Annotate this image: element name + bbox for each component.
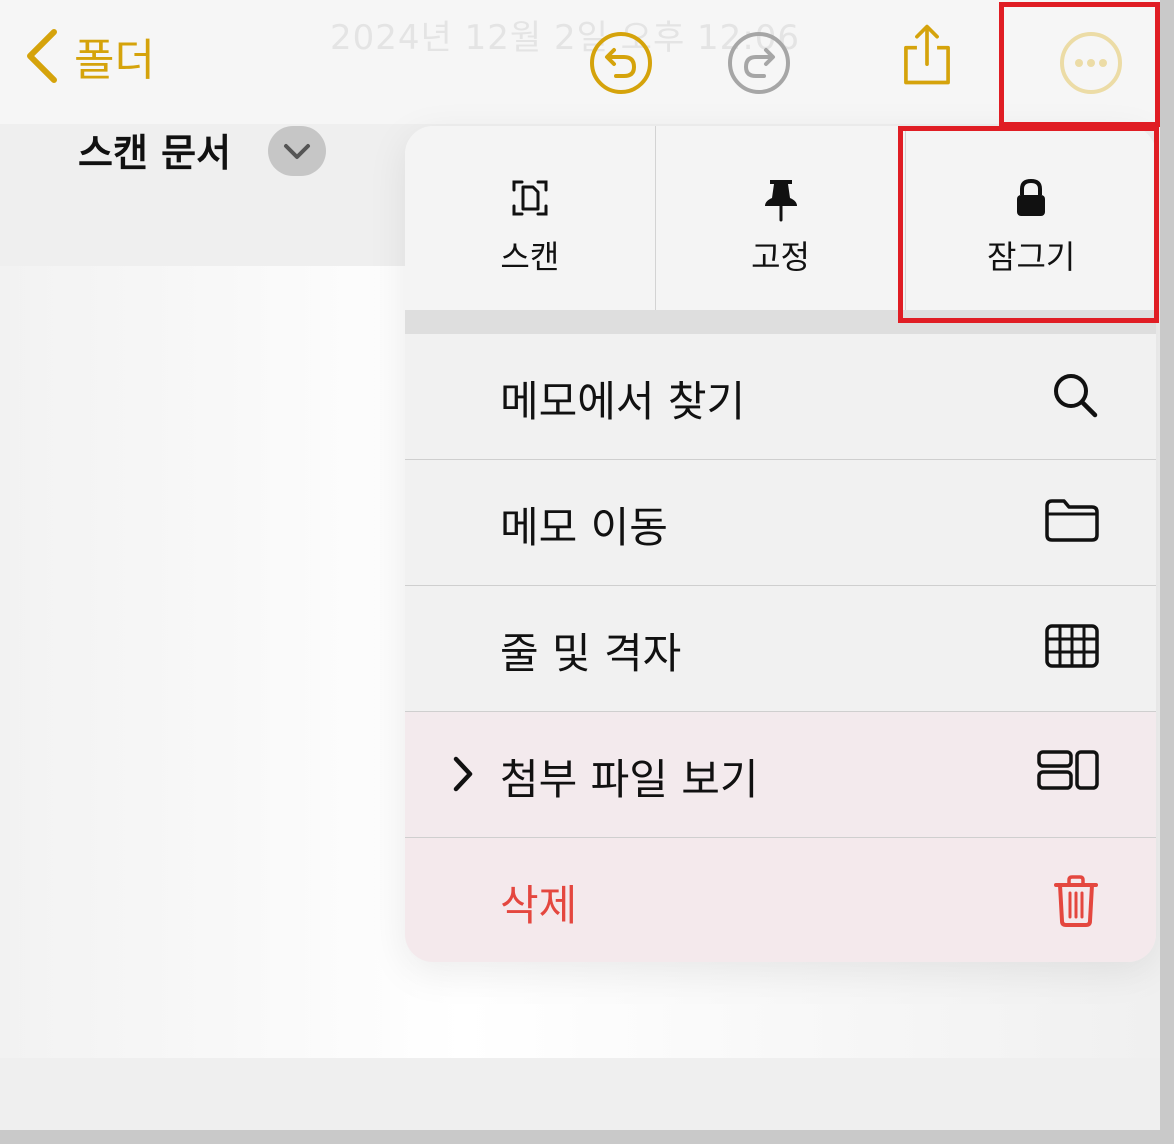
device-frame: 스캔 문서 2024년 12월 2일 오후 12:06 폴더 스캔 고정 잠그기… bbox=[0, 0, 1174, 1144]
bottom-bar bbox=[0, 1058, 1160, 1130]
quick-action-label: 고정 bbox=[751, 238, 810, 276]
quick-action-scan[interactable]: 스캔 bbox=[405, 126, 655, 310]
title-chevron-button[interactable] bbox=[268, 126, 326, 176]
menu-item-label: 메모 이동 bbox=[500, 503, 668, 552]
back-label: 폴더 bbox=[74, 35, 155, 86]
scan-document-icon bbox=[512, 180, 548, 216]
undo-icon[interactable] bbox=[588, 30, 654, 96]
back-button[interactable]: 폴더 bbox=[22, 24, 155, 88]
highlight-box-lock bbox=[898, 126, 1159, 323]
quick-action-pin[interactable]: 고정 bbox=[654, 126, 906, 310]
folder-icon bbox=[1045, 499, 1099, 542]
menu-item-lines-grids[interactable]: 줄 및 격자 bbox=[405, 586, 1156, 712]
menu-item-label: 메모에서 찾기 bbox=[500, 377, 746, 426]
menu-item-view-attachments[interactable]: 첨부 파일 보기 bbox=[405, 712, 1156, 838]
share-icon[interactable] bbox=[894, 22, 960, 88]
menu-item-label: 삭제 bbox=[500, 881, 578, 930]
redo-icon[interactable] bbox=[726, 30, 792, 96]
top-toolbar: 2024년 12월 2일 오후 12:06 폴더 bbox=[0, 0, 1160, 124]
magnifier-icon bbox=[1054, 374, 1098, 418]
chevron-left-icon bbox=[27, 29, 57, 83]
chevron-down-icon bbox=[284, 144, 310, 159]
trash-icon bbox=[1054, 875, 1098, 927]
pin-icon bbox=[764, 180, 797, 222]
notes-screen: 스캔 문서 2024년 12월 2일 오후 12:06 폴더 스캔 고정 잠그기… bbox=[0, 0, 1160, 1130]
attachments-icon bbox=[1037, 750, 1099, 790]
menu-item-label: 첨부 파일 보기 bbox=[500, 755, 759, 804]
menu-item-move-note[interactable]: 메모 이동 bbox=[405, 460, 1156, 586]
menu-item-label: 줄 및 격자 bbox=[500, 629, 682, 678]
menu-items: 메모에서 찾기 메모 이동 줄 및 격자 첨부 파일 보기 삭제 bbox=[405, 334, 1156, 962]
menu-item-delete[interactable]: 삭제 bbox=[405, 838, 1156, 962]
highlight-box-more bbox=[999, 2, 1160, 127]
chevron-right-icon bbox=[453, 756, 473, 792]
grid-icon bbox=[1045, 624, 1099, 668]
quick-action-label: 스캔 bbox=[500, 238, 560, 276]
note-title: 스캔 문서 bbox=[78, 131, 232, 175]
menu-item-find-in-note[interactable]: 메모에서 찾기 bbox=[405, 334, 1156, 460]
